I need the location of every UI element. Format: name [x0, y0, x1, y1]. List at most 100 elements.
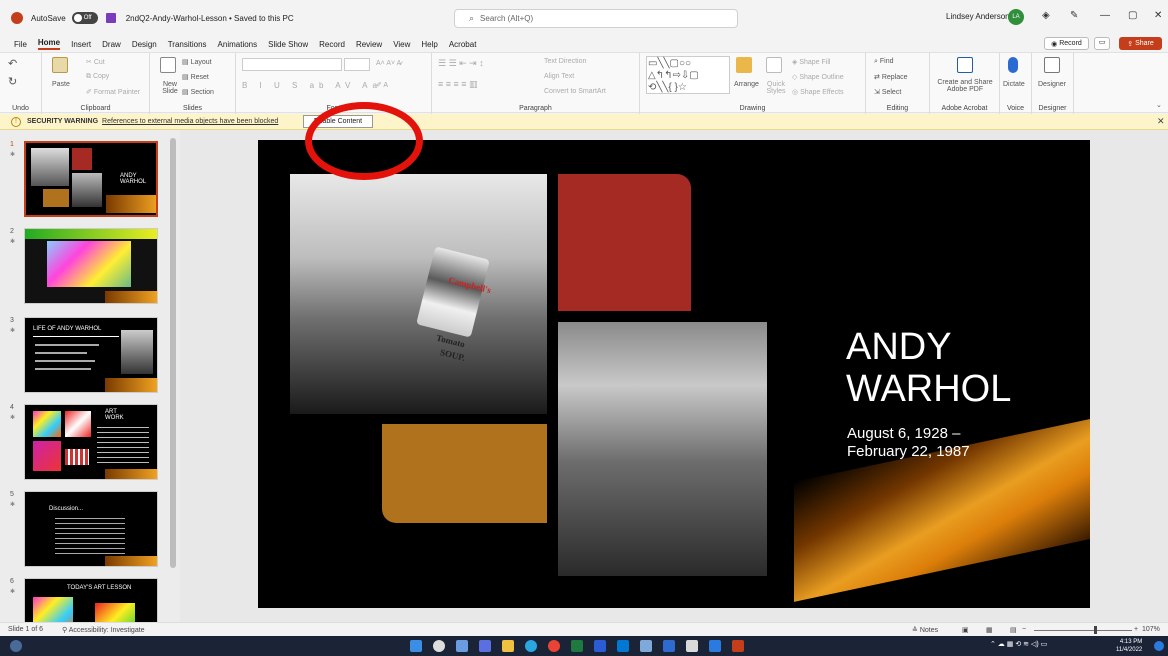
create-share-pdf-button[interactable]: Create and Share Adobe PDF: [932, 79, 998, 93]
shape-fill-button[interactable]: ◈ Shape Fill: [792, 58, 830, 66]
normal-view-icon[interactable]: ▣: [962, 626, 969, 634]
dictate-button[interactable]: Dictate: [1003, 81, 1025, 88]
new-slide-button[interactable]: New Slide: [158, 81, 182, 95]
tab-review[interactable]: Review: [356, 40, 382, 49]
powerpoint-taskbar-icon[interactable]: [732, 640, 744, 652]
section-button[interactable]: ▤ Section: [182, 88, 214, 96]
document-title[interactable]: 2ndQ2-Andy-Warhol-Lesson • Saved to this…: [126, 14, 294, 23]
tab-help[interactable]: Help: [421, 40, 437, 49]
tab-acrobat[interactable]: Acrobat: [449, 40, 477, 49]
quick-styles-button[interactable]: Quick Styles: [764, 81, 788, 95]
font-name-dropdown[interactable]: [242, 58, 342, 71]
microphone-icon[interactable]: [1008, 57, 1018, 73]
teams-icon[interactable]: [709, 640, 721, 652]
tab-draw[interactable]: Draw: [102, 40, 121, 49]
zoom-level[interactable]: 107%: [1142, 626, 1160, 633]
paste-icon[interactable]: [52, 57, 68, 73]
bullets-icon[interactable]: ☰ ☰ ⇤ ⇥ ↕: [438, 58, 484, 69]
tab-transitions[interactable]: Transitions: [168, 40, 207, 49]
close-icon[interactable]: ✕: [1157, 116, 1165, 127]
layout-button[interactable]: ▤ Layout: [182, 58, 212, 66]
shape-effects-button[interactable]: ◎ Shape Effects: [792, 88, 844, 96]
arrange-icon[interactable]: [736, 57, 752, 73]
tab-view[interactable]: View: [393, 40, 410, 49]
align-text-button[interactable]: Align Text: [544, 73, 574, 80]
font-grow-icon[interactable]: A˄ A˅ A̷: [376, 60, 401, 67]
security-warning-link[interactable]: References to external media objects hav…: [102, 118, 278, 125]
cut-button[interactable]: ✂ Cut: [86, 58, 105, 66]
tray-icons[interactable]: ⌃ ☁ ▦ ⟲ ≋ ◁) ▭: [990, 640, 1047, 648]
chat-icon[interactable]: [479, 640, 491, 652]
file-explorer-icon[interactable]: [502, 640, 514, 652]
edge-icon[interactable]: [525, 640, 537, 652]
weather-icon[interactable]: [10, 640, 22, 652]
thumbnail-scrollbar[interactable]: [170, 138, 176, 568]
designer-icon[interactable]: [1044, 57, 1060, 73]
share-button[interactable]: ⇪ Share: [1119, 37, 1162, 50]
store-icon[interactable]: [617, 640, 629, 652]
word-icon[interactable]: [594, 640, 606, 652]
shapes-gallery[interactable]: ▭╲╲▢○○ △↰↰⇨⇩▢ ⟲╲╲{ }☆: [646, 56, 730, 94]
reset-button[interactable]: ▤ Reset: [182, 73, 209, 81]
autosave-toggle[interactable]: Off: [71, 12, 98, 24]
red-rectangle-shape[interactable]: [558, 174, 691, 311]
user-name[interactable]: Lindsey Anderson: [946, 12, 1010, 21]
minimize-button[interactable]: —: [1100, 10, 1110, 21]
clock[interactable]: 4:13 PM 11/4/2022: [1116, 638, 1142, 654]
search-icon[interactable]: [433, 640, 445, 652]
thumbnail-slide-5[interactable]: Discussion...: [24, 491, 158, 567]
save-icon[interactable]: [105, 13, 116, 23]
zoom-in-icon[interactable]: +: [1134, 626, 1138, 633]
zoom-slider[interactable]: [1034, 630, 1132, 631]
find-button[interactable]: ⌕ Find: [874, 58, 894, 66]
align-icons[interactable]: ≡ ≡ ≡ ≡ ▥: [438, 79, 478, 90]
quick-styles-icon[interactable]: [766, 57, 782, 73]
thumbnail-slide-1[interactable]: ANDY WARHOL: [24, 141, 158, 217]
convert-smartart-button[interactable]: Convert to SmartArt: [544, 88, 606, 95]
zoom-slider-thumb[interactable]: [1094, 626, 1097, 634]
accessibility-status[interactable]: ⚲ Accessibility: Investigate: [62, 626, 145, 634]
font-format-buttons[interactable]: B I U S ab AV Aa: [242, 81, 382, 90]
slide-title[interactable]: ANDY WARHOL: [846, 326, 1011, 410]
format-painter-button[interactable]: ✐ Format Painter: [86, 88, 140, 96]
excel-icon[interactable]: [571, 640, 583, 652]
record-button[interactable]: ◉ Record: [1044, 37, 1089, 50]
thumbnail-slide-3[interactable]: LIFE OF ANDY WARHOL: [24, 317, 158, 393]
maximize-button[interactable]: ▢: [1128, 10, 1137, 21]
redo-icon[interactable]: ↻: [8, 75, 17, 88]
slide-sorter-icon[interactable]: ▦: [986, 626, 993, 634]
notes-button[interactable]: ≙ Notes: [912, 626, 938, 634]
designer-button[interactable]: Designer: [1038, 81, 1066, 88]
select-button[interactable]: ⇲ Select: [874, 88, 901, 96]
search-input[interactable]: ⌕ Search (Alt+Q): [454, 9, 738, 28]
reading-view-icon[interactable]: ▤: [1010, 626, 1017, 634]
font-size-dropdown[interactable]: [344, 58, 370, 71]
paste-button[interactable]: Paste: [52, 81, 70, 88]
tab-slide-show[interactable]: Slide Show: [268, 40, 308, 49]
mail-icon[interactable]: [663, 640, 675, 652]
tab-file[interactable]: File: [14, 40, 27, 49]
tab-home[interactable]: Home: [37, 38, 61, 50]
diamond-icon[interactable]: ◈: [1042, 10, 1050, 21]
copy-button[interactable]: ⧉ Copy: [86, 73, 109, 81]
arrange-button[interactable]: Arrange: [734, 81, 759, 88]
slide-subtitle[interactable]: August 6, 1928 – February 22, 1987: [847, 425, 970, 461]
replace-button[interactable]: ⇄ Replace: [874, 73, 908, 81]
thumbnail-slide-2[interactable]: [24, 228, 158, 304]
tab-animations[interactable]: Animations: [218, 40, 258, 49]
font-color-icon[interactable]: ✐ A: [376, 81, 388, 89]
calendar-icon[interactable]: [686, 640, 698, 652]
undo-icon[interactable]: ↶: [8, 57, 17, 70]
tab-record[interactable]: Record: [319, 40, 345, 49]
app-icon[interactable]: [640, 640, 652, 652]
start-icon[interactable]: [410, 640, 422, 652]
pdf-icon[interactable]: [957, 57, 973, 73]
new-slide-icon[interactable]: [160, 57, 176, 73]
tab-design[interactable]: Design: [132, 40, 157, 49]
notification-icon[interactable]: [1154, 641, 1164, 651]
brown-rectangle-shape[interactable]: [382, 424, 547, 523]
shape-outline-button[interactable]: ◇ Shape Outline: [792, 73, 844, 81]
task-view-icon[interactable]: [456, 640, 468, 652]
warhol-portrait-photo[interactable]: [558, 322, 767, 576]
close-button[interactable]: ✕: [1154, 10, 1162, 21]
